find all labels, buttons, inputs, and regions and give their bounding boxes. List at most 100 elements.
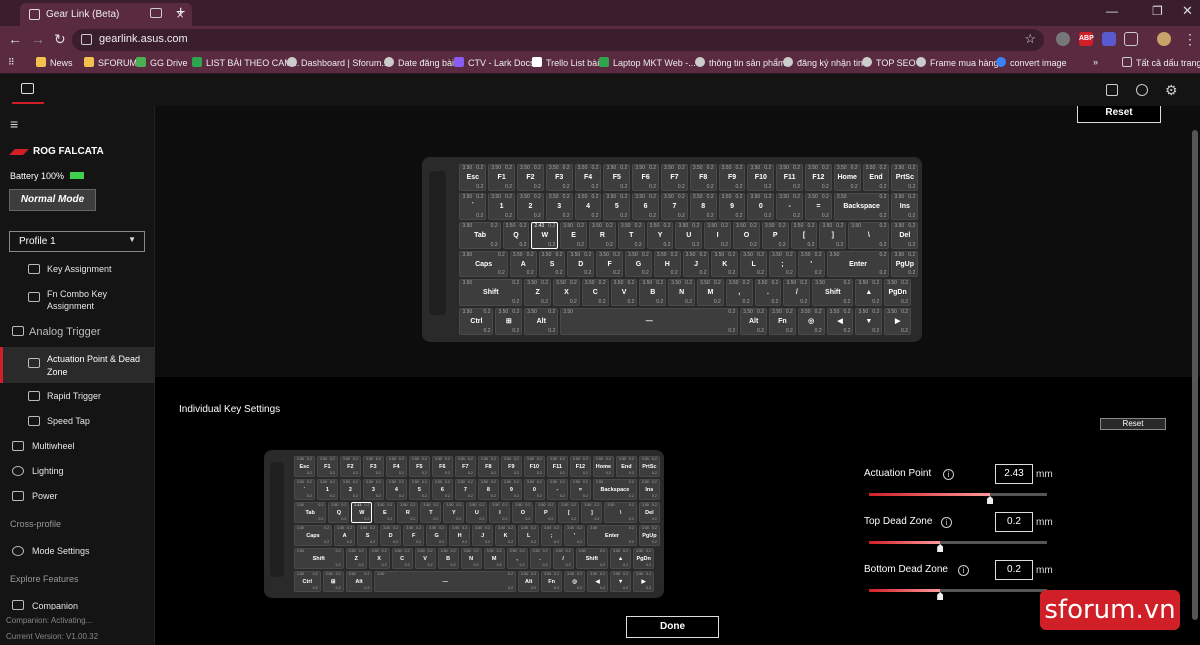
key-b[interactable]: 3.50 0.2 0.2 B [437,547,459,569]
key-e[interactable]: 3.50 0.2 0.2 E [560,221,588,249]
key-ctrl[interactable]: 3.50 0.2 0.2 Ctrl [293,570,321,592]
key-t[interactable]: 3.50 0.2 0.2 T [420,501,442,523]
close-window-icon[interactable]: ✕ [1182,3,1193,19]
key-h[interactable]: 3.50 0.2 0.2 H [653,250,681,278]
key-tab[interactable]: 3.50 0.2 0.2 Tab [459,221,501,249]
key-esc[interactable]: 3.50 0.2 0.2 Esc [293,455,315,477]
key-m[interactable]: 3.50 0.2 0.2 M [483,547,505,569]
key-z[interactable]: 3.50 0.2 0.2 Z [524,279,552,307]
key-sym[interactable]: 3.50 0.2 0.2 = [805,193,832,220]
key-f2[interactable]: 3.50 0.2 0.2 F2 [339,455,361,477]
key-ins[interactable]: 3.50 0.2 0.2 Ins [891,193,919,220]
key-f11[interactable]: 3.50 0.2 0.2 F11 [546,455,568,477]
key-f10[interactable]: 3.50 0.2 0.2 F10 [523,455,545,477]
key-alt[interactable]: 3.50 0.2 0.2 Alt [740,308,768,335]
key-o[interactable]: 3.50 0.2 0.2 O [512,501,534,523]
key-fn[interactable]: 3.50 0.2 0.2 Fn [541,570,563,592]
key-u[interactable]: 3.50 0.2 0.2 U [675,221,703,249]
reset-individual-button[interactable]: Reset [1100,418,1166,430]
key-f12[interactable]: 3.50 0.2 0.2 F12 [569,455,591,477]
key-sym[interactable]: 3.50 0.2 0.2 ▶ [633,570,655,592]
key-sym[interactable]: 3.50 0.2 0.2 ▲ [610,547,632,569]
key-0[interactable]: 3.50 0.2 0.2 0 [523,478,545,500]
key-f3[interactable]: 3.50 0.2 0.2 F3 [545,164,573,191]
key-f7[interactable]: 3.50 0.2 0.2 F7 [661,164,688,191]
bookmark-top-seo[interactable]: TOP SEO [862,57,916,68]
bookmark-gg-drive[interactable]: GG Drive [136,57,188,68]
key-backspace[interactable]: 3.50 0.2 0.2 Backspace [592,478,637,500]
bookmark-thong-tin[interactable]: thông tin sản phẩm [695,57,786,68]
key-caps[interactable]: 3.50 0.2 0.2 Caps [459,250,508,278]
key-sym[interactable]: 3.50 0.2 0.2; [541,524,563,546]
key-shift[interactable]: 3.50 0.2 0.2 Shift [293,547,344,569]
key-sym[interactable]: 3.50 0.2 0.2, [725,279,753,307]
key-f2[interactable]: 3.50 0.2 0.2 F2 [517,164,544,191]
key-8[interactable]: 3.50 0.2 0.2 8 [689,193,717,220]
key-h[interactable]: 3.50 0.2 0.2 H [449,524,471,546]
settings-gear-icon[interactable]: ⚙ [1165,82,1178,99]
sidebar-item-lighting[interactable]: Lighting [0,466,155,480]
key-c[interactable]: 3.50 0.2 0.2 C [581,279,609,307]
key-sym[interactable]: 3.50 0.2 0.2] [819,221,847,249]
key-sym[interactable]: 3.50 0.2 0.2/ [552,547,574,569]
key-3[interactable]: 3.50 0.2 0.2 3 [545,193,573,220]
key-sym[interactable]: 3.50 0.2 0.2; [769,250,796,278]
key-shift[interactable]: 3.50 0.2 0.2 Shift [459,279,523,307]
sidebar-item-fn-combo[interactable]: Fn Combo Key Assignment [0,288,155,314]
key-backspace[interactable]: 3.50 0.2 0.2 Backspace [833,193,890,220]
key-sym[interactable]: 3.50 0.2 0.2, [506,547,528,569]
key-tab[interactable]: 3.50 0.2 0.2 Tab [293,501,327,523]
key-pgup[interactable]: 3.50 0.2 0.2 PgUp [891,250,919,278]
key-p[interactable]: 3.50 0.2 0.2 P [761,221,789,249]
key-sym[interactable]: 3.50 0.2 0.2 ◎ [564,570,586,592]
key-sym[interactable]: 3.50 0.2 0.2— [374,570,517,592]
key-5[interactable]: 3.50 0.2 0.2 5 [408,478,430,500]
all-bookmarks[interactable]: Tất cả dấu trang [1122,57,1200,68]
key-c[interactable]: 3.50 0.2 0.2 C [391,547,413,569]
multiwheel-knob[interactable] [429,171,447,316]
device-tab[interactable] [12,74,44,104]
key-m[interactable]: 3.50 0.2 0.2 M [697,279,724,307]
key-b[interactable]: 3.50 0.2 0.2 B [639,279,667,307]
key-pgdn[interactable]: 3.50 0.2 0.2 PgDn [884,279,912,307]
hamburger-menu-icon[interactable]: ≡ [10,116,18,132]
key-d[interactable]: 3.50 0.2 0.2 D [380,524,402,546]
key-l[interactable]: 3.50 0.2 0.2 L [518,524,540,546]
bookmark-laptop-mkt[interactable]: Laptop MKT Web -... [599,57,696,68]
key-f7[interactable]: 3.50 0.2 0.2 F7 [454,455,476,477]
key-6[interactable]: 3.50 0.2 0.2 6 [632,193,660,220]
key-sym[interactable]: 3.50 0.2 0.2- [546,478,568,500]
key-sym[interactable]: 3.50 0.2 0.2 ⊞ [495,308,523,335]
key-y[interactable]: 3.50 0.2 0.2 Y [443,501,465,523]
key-i[interactable]: 3.50 0.2 0.2 I [489,501,511,523]
info-icon[interactable]: i [943,469,954,480]
multiwheel-knob[interactable] [269,461,284,577]
key-i[interactable]: 3.50 0.2 0.2 I [704,221,732,249]
key-alt[interactable]: 3.50 0.2 0.2 Alt [518,570,540,592]
bookmark-news[interactable]: News [36,57,73,68]
key-f8[interactable]: 3.50 0.2 0.2 F8 [477,455,499,477]
sidebar-item-mode-settings[interactable]: Mode Settings [0,546,155,560]
key-sym[interactable]: 3.50 0.2 0.2 ◀ [826,308,854,335]
key-7[interactable]: 3.50 0.2 0.2 7 [454,478,476,500]
setting-value-input[interactable]: 2.43 [995,464,1033,484]
key-alt[interactable]: 3.50 0.2 0.2 Alt [345,570,373,592]
sidebar-item-rapid-trigger[interactable]: Rapid Trigger [0,391,155,405]
key-end[interactable]: 3.50 0.2 0.2 End [615,455,637,477]
key-esc[interactable]: 3.50 0.2 0.2 Esc [459,164,487,191]
key-sym[interactable]: 3.50 0.2 0.2 \ [848,221,890,249]
key-u[interactable]: 3.50 0.2 0.2 U [466,501,488,523]
key-sym[interactable]: 3.50 0.2 0.2 ◀ [587,570,609,592]
key-n[interactable]: 3.50 0.2 0.2 N [668,279,696,307]
key-sym[interactable]: 3.50 0.2 0.2 ` [293,478,315,500]
extension-icon[interactable] [1102,32,1116,46]
profile-select[interactable]: Profile 1 ▼ [9,231,145,252]
key-pgup[interactable]: 3.50 0.2 0.2 PgUp [638,524,660,546]
key-f6[interactable]: 3.50 0.2 0.2 F6 [632,164,660,191]
screenshot-icon[interactable] [1106,84,1118,96]
reload-icon[interactable]: ↻ [54,31,66,48]
browser-tab[interactable]: Gear Link (Beta) × [20,3,192,26]
info-icon[interactable]: i [958,565,969,576]
sidebar-group-analog-trigger[interactable]: Analog Trigger [0,326,155,340]
setting-slider[interactable] [869,541,1047,552]
